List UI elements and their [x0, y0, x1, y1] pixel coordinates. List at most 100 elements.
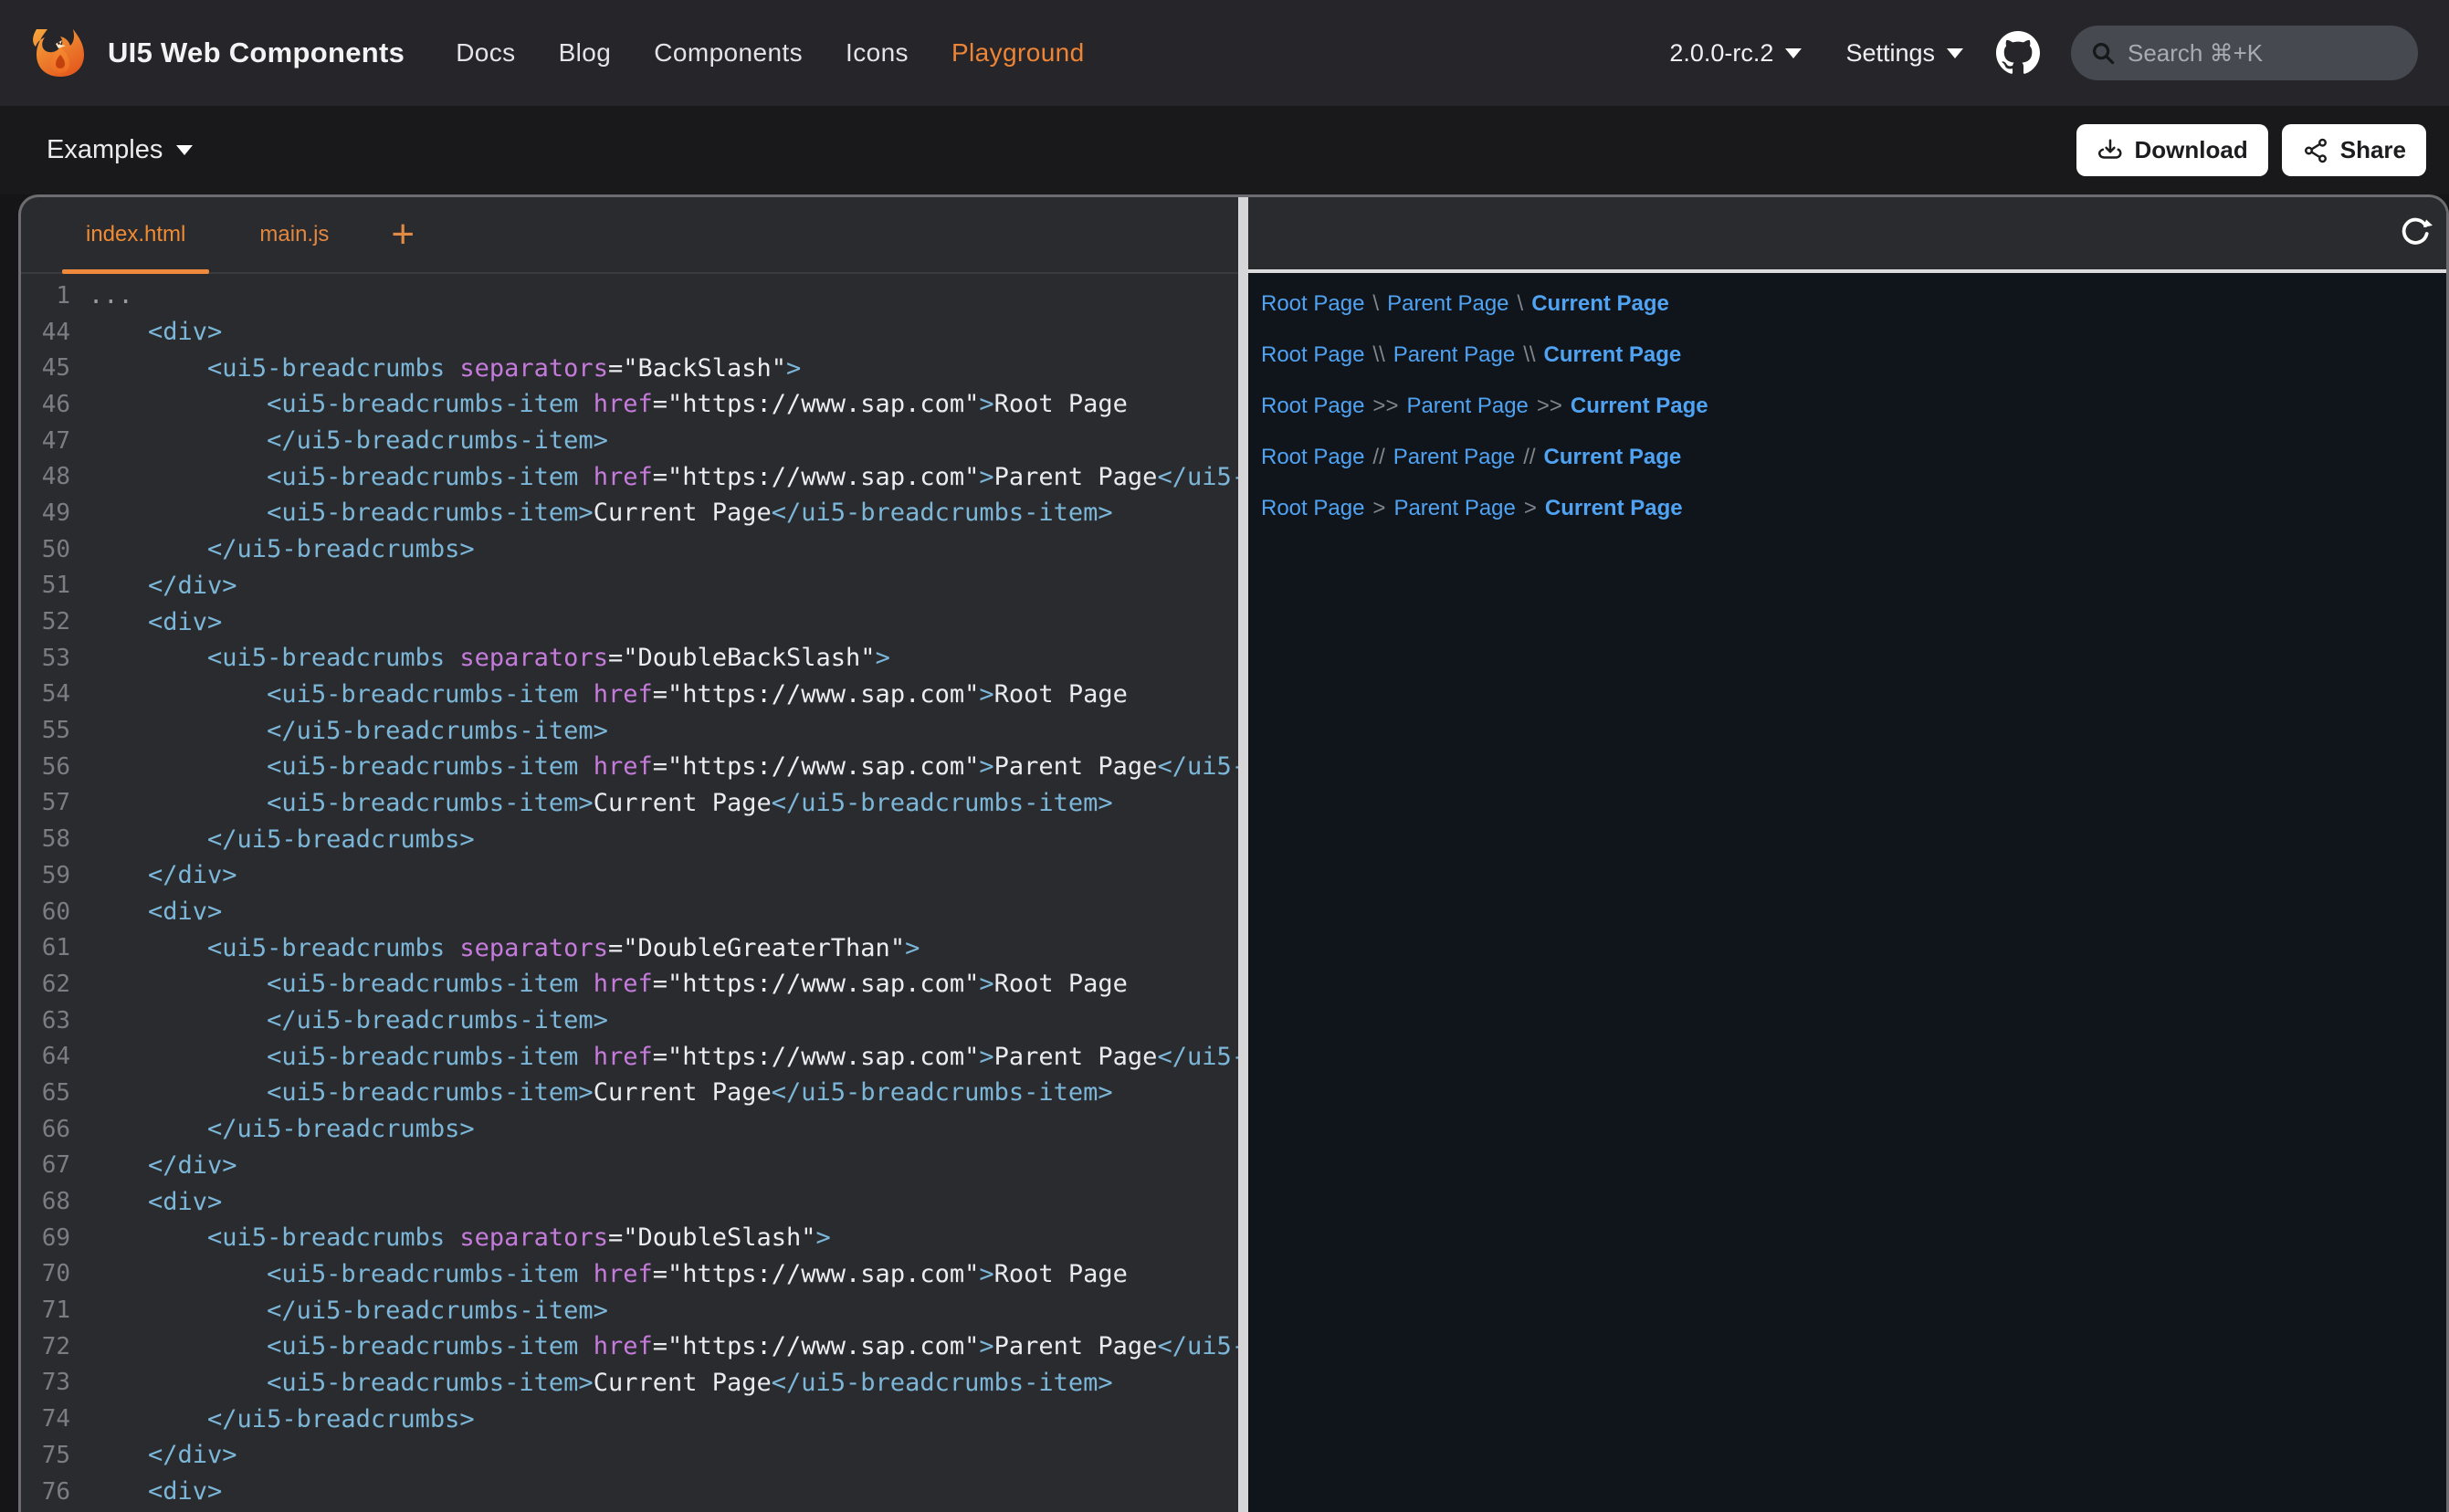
code-text: </ui5-breadcrumbs> — [89, 535, 1238, 563]
preview-pane: Root Page\Parent Page\Current PageRoot P… — [1248, 197, 2446, 1512]
breadcrumb-row: Root Page\Parent Page\Current Page — [1261, 278, 2446, 330]
nav-link-docs[interactable]: Docs — [456, 38, 515, 68]
line-number: 74 — [21, 1405, 89, 1433]
breadcrumb-separator: \\ — [1372, 342, 1384, 368]
search-input[interactable] — [2128, 39, 2400, 68]
nav-link-blog[interactable]: Blog — [559, 38, 612, 68]
settings-label: Settings — [1845, 39, 1935, 68]
breadcrumb-link[interactable]: Parent Page — [1393, 496, 1515, 521]
code-line[interactable]: 58 </ui5-breadcrumbs> — [21, 821, 1238, 857]
top-navbar: UI5 Web Components Docs Blog Components Ico… — [0, 0, 2449, 106]
code-text: </div> — [89, 1441, 1238, 1469]
code-text: <div> — [89, 608, 1238, 636]
code-line[interactable]: 56 <ui5-breadcrumbs-item href="https://w… — [21, 749, 1238, 785]
code-line[interactable]: 64 <ui5-breadcrumbs-item href="https://w… — [21, 1038, 1238, 1075]
code-area[interactable]: 1...44 <div>45 <ui5-breadcrumbs separato… — [21, 274, 1238, 1512]
code-line[interactable]: 76 <div> — [21, 1474, 1238, 1510]
code-line[interactable]: 46 <ui5-breadcrumbs-item href="https://w… — [21, 386, 1238, 423]
breadcrumb-link[interactable]: Parent Page — [1387, 291, 1508, 317]
breadcrumb-row: Root Page\\Parent Page\\Current Page — [1261, 330, 2446, 381]
breadcrumb-link[interactable]: Root Page — [1261, 342, 1364, 368]
examples-dropdown[interactable]: Examples — [47, 135, 193, 165]
line-number: 47 — [21, 427, 89, 455]
breadcrumb-link[interactable]: Parent Page — [1393, 445, 1515, 470]
code-line[interactable]: 70 <ui5-breadcrumbs-item href="https://w… — [21, 1256, 1238, 1293]
breadcrumb-link[interactable]: Root Page — [1261, 445, 1364, 470]
breadcrumb-row: Root Page//Parent Page//Current Page — [1261, 432, 2446, 483]
breadcrumb-link[interactable]: Root Page — [1261, 291, 1364, 317]
breadcrumb-link[interactable]: Root Page — [1261, 394, 1364, 419]
code-line[interactable]: 66 </ui5-breadcrumbs> — [21, 1111, 1238, 1148]
split-divider-handle[interactable] — [1238, 197, 1248, 1512]
line-number: 76 — [21, 1478, 89, 1506]
code-line[interactable]: 57 <ui5-breadcrumbs-item>Current Page</u… — [21, 785, 1238, 822]
code-line[interactable]: 75 </div> — [21, 1437, 1238, 1474]
brand-title[interactable]: UI5 Web Components — [108, 37, 405, 69]
github-icon[interactable] — [1996, 31, 2040, 75]
code-line[interactable]: 55 </ui5-breadcrumbs-item> — [21, 712, 1238, 749]
code-text: <div> — [89, 1477, 1238, 1506]
share-button[interactable]: Share — [2282, 124, 2426, 176]
version-dropdown[interactable]: 2.0.0-rc.2 — [1669, 39, 1802, 68]
code-line[interactable]: 71 </ui5-breadcrumbs-item> — [21, 1292, 1238, 1328]
code-line[interactable]: 48 <ui5-breadcrumbs-item href="https://w… — [21, 458, 1238, 495]
line-number: 53 — [21, 645, 89, 672]
download-button[interactable]: Download — [2076, 124, 2268, 176]
breadcrumb-current-page: Current Page — [1545, 496, 1683, 521]
add-tab-button[interactable]: + — [391, 197, 415, 272]
settings-dropdown[interactable]: Settings — [1845, 39, 1963, 68]
download-label: Download — [2135, 136, 2248, 164]
code-line[interactable]: 74 </ui5-breadcrumbs> — [21, 1401, 1238, 1437]
code-line[interactable]: 61 <ui5-breadcrumbs separators="DoubleGr… — [21, 929, 1238, 966]
code-line[interactable]: 49 <ui5-breadcrumbs-item>Current Page</u… — [21, 495, 1238, 531]
code-line[interactable]: 44 <div> — [21, 314, 1238, 351]
code-text: </ui5-breadcrumbs-item> — [89, 426, 1238, 455]
breadcrumb-link[interactable]: Parent Page — [1406, 394, 1528, 419]
tab-index-html[interactable]: index.html — [62, 197, 209, 272]
breadcrumb-separator: > — [1524, 496, 1537, 521]
code-line[interactable]: 53 <ui5-breadcrumbs separators="DoubleBa… — [21, 640, 1238, 677]
code-line[interactable]: 1... — [21, 278, 1238, 314]
code-text: <ui5-breadcrumbs-item>Current Page</ui5-… — [89, 1369, 1238, 1397]
ui5-phoenix-logo[interactable] — [31, 24, 89, 82]
breadcrumb-link[interactable]: Root Page — [1261, 496, 1364, 521]
refresh-icon[interactable] — [2395, 214, 2435, 254]
code-line[interactable]: 52 <div> — [21, 604, 1238, 640]
version-label: 2.0.0-rc.2 — [1669, 39, 1773, 68]
code-text: <ui5-breadcrumbs-item href="https://www.… — [89, 463, 1238, 491]
code-text: <ui5-breadcrumbs separators="DoubleSlash… — [89, 1223, 1238, 1252]
tab-main-js[interactable]: main.js — [236, 197, 352, 272]
code-line[interactable]: 72 <ui5-breadcrumbs-item href="https://w… — [21, 1328, 1238, 1365]
code-line[interactable]: 59 </div> — [21, 857, 1238, 894]
breadcrumb-separator: // — [1372, 445, 1384, 470]
chevron-down-icon — [1785, 48, 1802, 58]
code-text: <ui5-breadcrumbs-item href="https://www.… — [89, 1260, 1238, 1288]
nav-link-icons[interactable]: Icons — [846, 38, 909, 68]
code-text: </ui5-breadcrumbs-item> — [89, 1297, 1238, 1325]
code-line[interactable]: 50 </ui5-breadcrumbs> — [21, 531, 1238, 568]
code-line[interactable]: 67 </div> — [21, 1148, 1238, 1184]
code-line[interactable]: 68 <div> — [21, 1183, 1238, 1220]
code-line[interactable]: 63 </ui5-breadcrumbs-item> — [21, 1003, 1238, 1039]
code-line[interactable]: 47 </ui5-breadcrumbs-item> — [21, 423, 1238, 459]
line-number: 73 — [21, 1369, 89, 1396]
breadcrumb-current-page: Current Page — [1544, 342, 1682, 368]
code-line[interactable]: 54 <ui5-breadcrumbs-item href="https://w… — [21, 677, 1238, 713]
nav-link-playground[interactable]: Playground — [951, 38, 1085, 68]
line-number: 1 — [21, 282, 89, 310]
code-line[interactable]: 62 <ui5-breadcrumbs-item href="https://w… — [21, 966, 1238, 1003]
breadcrumb-link[interactable]: Parent Page — [1393, 342, 1515, 368]
code-line[interactable]: 69 <ui5-breadcrumbs separators="DoubleSl… — [21, 1220, 1238, 1256]
nav-link-components[interactable]: Components — [654, 38, 803, 68]
code-line[interactable]: 73 <ui5-breadcrumbs-item>Current Page</u… — [21, 1365, 1238, 1402]
line-number: 63 — [21, 1007, 89, 1034]
code-line[interactable]: 60 <div> — [21, 894, 1238, 930]
share-icon — [2302, 137, 2329, 164]
breadcrumb-separator: // — [1523, 445, 1535, 470]
code-line[interactable]: 45 <ui5-breadcrumbs separators="BackSlas… — [21, 350, 1238, 386]
code-line[interactable]: 65 <ui5-breadcrumbs-item>Current Page</u… — [21, 1075, 1238, 1111]
tab-label: main.js — [259, 222, 329, 247]
chevron-down-icon — [176, 145, 193, 155]
code-line[interactable]: 51 </div> — [21, 568, 1238, 604]
line-number: 71 — [21, 1297, 89, 1324]
